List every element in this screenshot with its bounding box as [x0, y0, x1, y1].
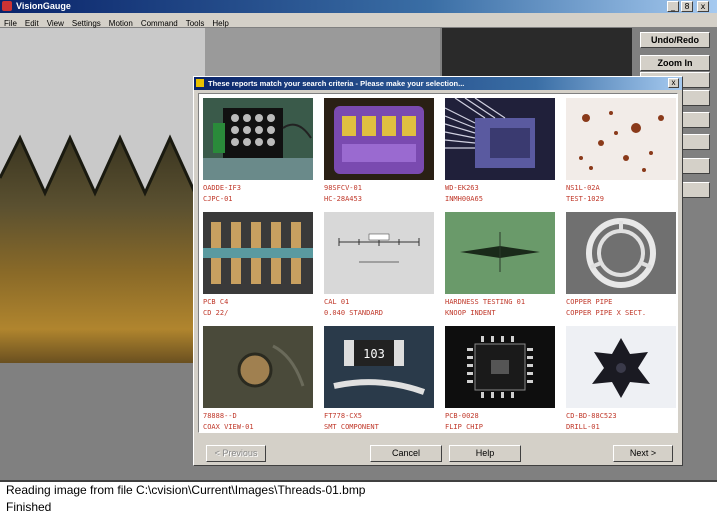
report-tile[interactable]: WD-EK263 INMH00A65 — [445, 98, 555, 206]
previous-button[interactable]: < Previous — [206, 445, 266, 462]
circuit-board-photo — [324, 98, 434, 180]
report-id: OADDE-IF3 — [203, 184, 241, 192]
report-name: KNOOP INDENT — [445, 309, 496, 317]
dialog-title-bar: These reports match your search criteria… — [194, 77, 682, 90]
report-id: CAL 01 — [324, 298, 350, 306]
report-id: WD-EK263 — [445, 184, 479, 192]
report-name: SMT COMPONENT — [324, 423, 379, 431]
help-button[interactable]: Help — [449, 445, 521, 462]
report-name: HC-28A453 — [324, 195, 362, 203]
report-id: FT778-CX5 — [324, 412, 362, 420]
report-thumbnail[interactable] — [203, 212, 313, 294]
status-result: Finished — [6, 500, 52, 514]
report-tile[interactable]: 103 FT778-CX5 SMT COMPONENT — [324, 326, 434, 432]
app-icon — [2, 1, 12, 11]
undo-redo-button[interactable]: Undo/Redo — [640, 32, 710, 48]
report-thumbnail[interactable] — [566, 326, 676, 408]
particle-sample-photo — [566, 98, 676, 180]
smt-label: 103 — [363, 347, 385, 361]
report-tile[interactable]: HARDNESS TESTING 01 KNOOP INDENT — [445, 212, 555, 320]
report-name: FLIP CHIP — [445, 423, 483, 431]
calibration-scale-photo — [324, 212, 434, 294]
report-name: DRILL-01 — [566, 423, 600, 431]
report-id: HARDNESS TESTING 01 — [445, 298, 526, 306]
report-tile[interactable]: CAL 01 0.040 STANDARD — [324, 212, 434, 320]
hardness-indent-photo — [445, 212, 555, 294]
report-selection-dialog: These reports match your search criteria… — [193, 76, 683, 466]
title-bar: VisionGauge _ 8 x — [0, 0, 717, 13]
report-thumbnail[interactable] — [566, 98, 676, 180]
flip-chip-photo — [445, 326, 555, 408]
report-name: COAX VIEW-01 — [203, 423, 254, 431]
status-panel: Reading image from file C:\cvision\Curre… — [0, 480, 717, 521]
report-thumbnail[interactable] — [203, 326, 313, 408]
report-name: CD 22/ — [203, 309, 229, 317]
wire-bond-photo — [445, 98, 555, 180]
report-thumbnail[interactable] — [445, 212, 555, 294]
report-tile[interactable]: PCB C4 CD 22/ — [203, 212, 313, 320]
report-name: CJPC-01 — [203, 195, 233, 203]
dialog-title: These reports match your search criteria… — [208, 79, 465, 88]
report-thumbnail[interactable] — [445, 326, 555, 408]
drill-bit-photo — [566, 326, 676, 408]
report-tile[interactable]: OADDE-IF3 CJPC-01 — [203, 98, 313, 206]
report-id: CD-BD-88C523 — [566, 412, 617, 420]
report-thumbnail[interactable]: 103 — [324, 326, 434, 408]
menu-bar: File Edit View Settings Motion Command Tools He… — [0, 13, 717, 28]
pcb-trace-photo — [203, 212, 313, 294]
window-title: VisionGauge — [16, 1, 71, 11]
report-name: TEST-1029 — [566, 195, 604, 203]
report-name: 0.040 STANDARD — [324, 309, 384, 317]
dialog-icon — [196, 79, 204, 87]
minimize-button[interactable]: _ — [667, 1, 679, 12]
report-id: COPPER PIPE — [566, 298, 613, 306]
report-thumbnail[interactable] — [324, 98, 434, 180]
report-thumbnail[interactable] — [324, 212, 434, 294]
report-tile[interactable]: PCB-0028 FLIP CHIP — [445, 326, 555, 432]
report-id: 98SFCV-01 — [324, 184, 362, 192]
close-window-button[interactable]: x — [697, 1, 709, 12]
report-thumbnail[interactable] — [445, 98, 555, 180]
report-tile[interactable]: 78888--D COAX VIEW-01 — [203, 326, 313, 432]
report-gallery: OADDE-IF3 CJPC-01 98SFCV-01 HC-28A453 WD… — [198, 93, 678, 433]
report-thumbnail[interactable] — [566, 212, 676, 294]
coax-view-photo — [203, 326, 313, 408]
copper-pipe-photo — [566, 212, 676, 294]
next-button[interactable]: Next > — [613, 445, 673, 462]
report-tile[interactable]: COPPER PIPE COPPER PIPE X SECT. — [566, 212, 676, 320]
report-thumbnail[interactable] — [203, 98, 313, 180]
report-id: NS1L-02A — [566, 184, 600, 192]
report-tile[interactable]: CD-BD-88C523 DRILL-01 — [566, 326, 676, 432]
report-tile[interactable]: 98SFCV-01 HC-28A453 — [324, 98, 434, 206]
status-message: Reading image from file C:\cvision\Curre… — [6, 483, 366, 497]
report-id: PCB-0028 — [445, 412, 479, 420]
cancel-button[interactable]: Cancel — [370, 445, 442, 462]
maximize-button[interactable]: 8 — [681, 1, 693, 12]
report-id: 78888--D — [203, 412, 237, 420]
report-name: INMH00A65 — [445, 195, 483, 203]
terminal-block-photo — [203, 98, 313, 180]
report-name: COPPER PIPE X SECT. — [566, 309, 647, 317]
dialog-close-button[interactable]: x — [668, 78, 679, 88]
report-id: PCB C4 — [203, 298, 229, 306]
report-tile[interactable]: NS1L-02A TEST-1029 — [566, 98, 676, 206]
zoom-in-button[interactable]: Zoom In — [640, 55, 710, 71]
smt-component-photo: 103 — [324, 326, 434, 408]
